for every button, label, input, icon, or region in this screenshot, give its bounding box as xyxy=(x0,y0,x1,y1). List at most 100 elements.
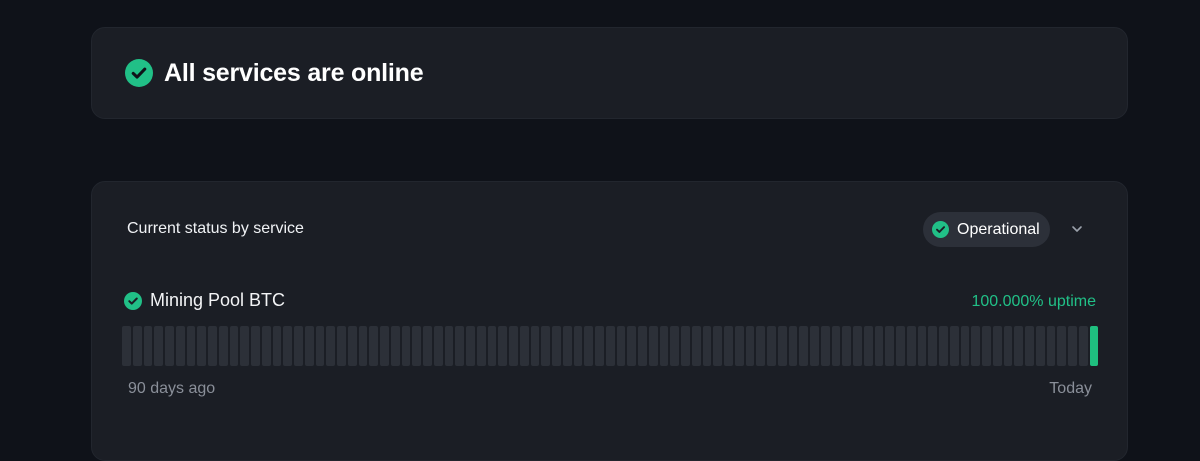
uptime-day-bar[interactable] xyxy=(294,326,303,366)
check-circle-icon xyxy=(932,221,949,238)
uptime-day-bar[interactable] xyxy=(917,326,927,366)
uptime-day-bar[interactable] xyxy=(831,326,841,366)
uptime-day-bar[interactable] xyxy=(283,326,292,366)
uptime-day-bar[interactable] xyxy=(444,326,454,366)
uptime-day-bar[interactable] xyxy=(616,326,626,366)
uptime-day-bar[interactable] xyxy=(982,326,991,366)
operational-filter-pill[interactable]: Operational xyxy=(923,212,1050,247)
uptime-day-bar[interactable] xyxy=(412,326,421,366)
uptime-day-bar[interactable] xyxy=(949,326,959,366)
uptime-day-bar[interactable] xyxy=(702,326,712,366)
uptime-day-bar[interactable] xyxy=(369,326,378,366)
uptime-day-bar[interactable] xyxy=(519,326,529,366)
uptime-day-bar[interactable] xyxy=(939,326,948,366)
uptime-day-bar[interactable] xyxy=(573,326,583,366)
uptime-day-bar[interactable] xyxy=(476,326,486,366)
status-banner: All services are online xyxy=(91,27,1128,119)
uptime-day-bar[interactable] xyxy=(530,326,540,366)
uptime-day-bar[interactable] xyxy=(390,326,400,366)
uptime-day-bar[interactable] xyxy=(896,326,905,366)
uptime-day-bar[interactable] xyxy=(928,326,937,366)
uptime-day-bar[interactable] xyxy=(724,326,733,366)
uptime-day-bar[interactable] xyxy=(132,326,142,366)
uptime-day-bar[interactable] xyxy=(627,326,636,366)
uptime-day-bar[interactable] xyxy=(670,326,679,366)
uptime-day-bar[interactable] xyxy=(756,326,765,366)
uptime-day-bar[interactable] xyxy=(175,326,185,366)
uptime-day-bar[interactable] xyxy=(960,326,970,366)
uptime-day-bar[interactable] xyxy=(304,326,314,366)
uptime-day-bar[interactable] xyxy=(165,326,174,366)
uptime-day-bar[interactable] xyxy=(466,326,475,366)
uptime-day-bar[interactable] xyxy=(595,326,604,366)
uptime-day-bar[interactable] xyxy=(681,326,690,366)
uptime-day-bar[interactable] xyxy=(971,326,980,366)
uptime-day-bar[interactable] xyxy=(659,326,669,366)
uptime-day-bar[interactable] xyxy=(638,326,647,366)
uptime-day-bar[interactable] xyxy=(337,326,346,366)
uptime-day-bar[interactable] xyxy=(240,326,249,366)
page-title: All services are online xyxy=(164,58,424,87)
uptime-day-bar[interactable] xyxy=(541,326,550,366)
uptime-day-bar[interactable] xyxy=(584,326,593,366)
uptime-day-bar[interactable] xyxy=(487,326,497,366)
uptime-day-bar[interactable] xyxy=(347,326,357,366)
uptime-day-bar[interactable] xyxy=(261,326,271,366)
uptime-day-bar[interactable] xyxy=(1035,326,1045,366)
uptime-day-bar[interactable] xyxy=(1068,326,1077,366)
uptime-day-bar[interactable] xyxy=(208,326,217,366)
uptime-day-bar[interactable] xyxy=(380,326,389,366)
uptime-day-bar[interactable] xyxy=(777,326,787,366)
uptime-day-bar[interactable] xyxy=(745,326,755,366)
uptime-day-bar[interactable] xyxy=(272,326,282,366)
uptime-day-bar[interactable] xyxy=(767,326,776,366)
uptime-day-bar[interactable] xyxy=(1014,326,1023,366)
uptime-day-bar[interactable] xyxy=(423,326,432,366)
uptime-day-bar[interactable] xyxy=(1078,326,1088,366)
uptime-day-bar[interactable] xyxy=(401,326,411,366)
uptime-day-bar[interactable] xyxy=(197,326,206,366)
uptime-day-bar[interactable] xyxy=(326,326,335,366)
uptime-day-bar[interactable] xyxy=(552,326,561,366)
uptime-day-bar[interactable] xyxy=(1089,326,1099,366)
uptime-day-bar[interactable] xyxy=(229,326,239,366)
uptime-day-bar[interactable] xyxy=(186,326,196,366)
uptime-day-bar[interactable] xyxy=(788,326,798,366)
uptime-day-bar[interactable] xyxy=(509,326,518,366)
uptime-day-bar[interactable] xyxy=(648,326,658,366)
uptime-day-bar[interactable] xyxy=(122,326,131,366)
uptime-day-bar[interactable] xyxy=(1003,326,1013,366)
uptime-day-bar[interactable] xyxy=(1057,326,1066,366)
uptime-day-bar[interactable] xyxy=(874,326,884,366)
uptime-day-bar[interactable] xyxy=(433,326,443,366)
uptime-day-bar[interactable] xyxy=(691,326,701,366)
uptime-day-bar[interactable] xyxy=(992,326,1002,366)
service-name: Mining Pool BTC xyxy=(150,290,286,310)
uptime-day-bar[interactable] xyxy=(734,326,744,366)
uptime-day-bar[interactable] xyxy=(906,326,916,366)
uptime-day-bar[interactable] xyxy=(605,326,615,366)
uptime-day-bar[interactable] xyxy=(820,326,830,366)
uptime-day-bar[interactable] xyxy=(251,326,260,366)
uptime-day-bar[interactable] xyxy=(885,326,894,366)
uptime-day-bar[interactable] xyxy=(713,326,722,366)
uptime-day-bar[interactable] xyxy=(799,326,808,366)
uptime-day-bar[interactable] xyxy=(154,326,163,366)
uptime-day-bar[interactable] xyxy=(358,326,368,366)
panel-title: Current status by service xyxy=(127,220,304,237)
chevron-down-icon[interactable] xyxy=(1069,221,1085,237)
uptime-day-bar[interactable] xyxy=(810,326,819,366)
uptime-day-bar[interactable] xyxy=(218,326,228,366)
check-circle-icon xyxy=(124,291,142,310)
uptime-day-bar[interactable] xyxy=(853,326,862,366)
uptime-day-bar[interactable] xyxy=(455,326,464,366)
uptime-day-bar[interactable] xyxy=(1025,326,1034,366)
uptime-day-bar[interactable] xyxy=(498,326,507,366)
uptime-day-bar[interactable] xyxy=(562,326,572,366)
uptime-day-bar[interactable] xyxy=(143,326,153,366)
uptime-day-bar[interactable] xyxy=(842,326,851,366)
uptime-day-bar[interactable] xyxy=(315,326,325,366)
service-item-mining-pool-btc[interactable]: Mining Pool BTC xyxy=(124,290,285,311)
uptime-day-bar[interactable] xyxy=(863,326,873,366)
uptime-day-bar[interactable] xyxy=(1046,326,1056,366)
